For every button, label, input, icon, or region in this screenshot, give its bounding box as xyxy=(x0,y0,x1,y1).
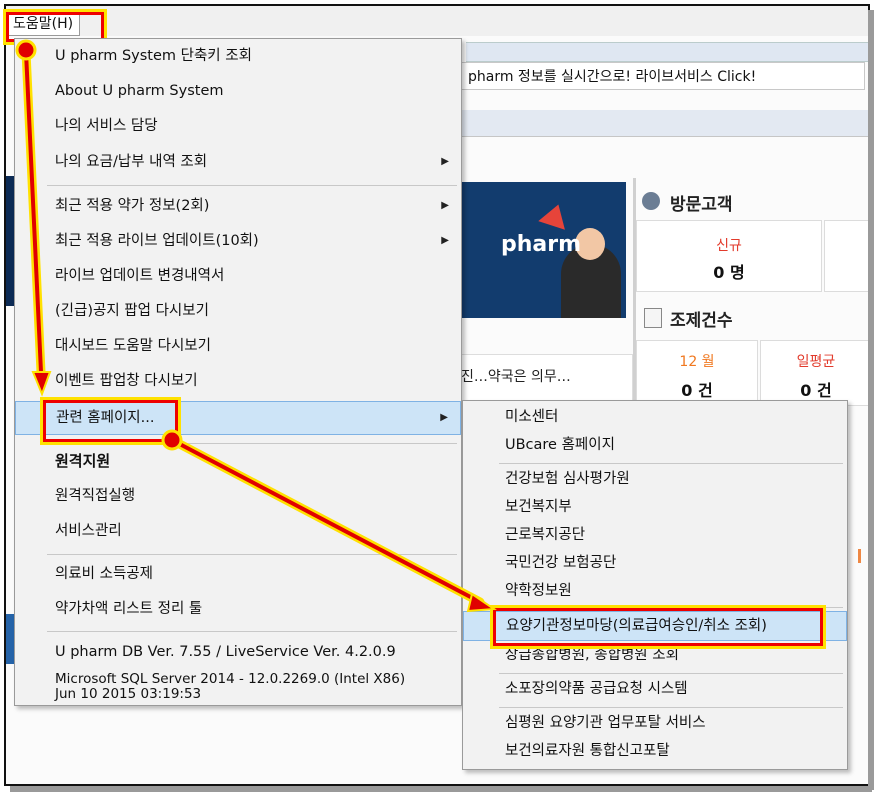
sql-server-info: Microsoft SQL Server 2014 - 12.0.2269.0 … xyxy=(55,671,406,687)
submenu-separator xyxy=(499,707,843,708)
submenu-arrow-icon: ▶ xyxy=(441,200,449,211)
menu-item-label: 서비스관리 xyxy=(55,523,122,539)
menu-item-label: 원격직접실행 xyxy=(55,488,136,504)
submenu-item-label: 미소센터 xyxy=(505,409,559,425)
submenu-separator xyxy=(499,673,843,674)
submenu-item-label: 건강보험 심사평가원 xyxy=(505,471,630,487)
submenu-arrow-icon: ▶ xyxy=(441,156,449,167)
submenu-item-ubcare[interactable]: UBcare 홈페이지 xyxy=(463,431,847,459)
submenu-item-label: 상급종합병원, 종합병원 조회 xyxy=(505,647,679,663)
menu-item-label: 원격지원 xyxy=(55,452,111,470)
menu-item-notice-popup[interactable]: (긴급)공지 팝업 다시보기 xyxy=(15,296,461,326)
menu-item-label: U pharm System 단축키 조회 xyxy=(55,48,252,64)
menu-item-service-rep[interactable]: 나의 서비스 담당 xyxy=(15,111,461,141)
menu-item-label: 나의 서비스 담당 xyxy=(55,118,158,134)
submenu-item-label: 심평원 요양기관 업무포탈 서비스 xyxy=(505,715,706,731)
visitors-new-value: 0 명 xyxy=(713,263,745,282)
sql-server-date: Jun 10 2015 03:19:53 xyxy=(55,686,202,702)
visitors-title: 방문고객 xyxy=(670,195,733,215)
menu-item-billing[interactable]: 나의 요금/납부 내역 조회 ▶ xyxy=(15,147,461,177)
menu-item-label: About U pharm System xyxy=(55,83,224,99)
menu-item-label: 나의 요금/납부 내역 조회 xyxy=(55,154,208,170)
menu-item-shortcuts[interactable]: U pharm System 단축키 조회 xyxy=(15,41,461,71)
toolbar-strip xyxy=(466,42,868,62)
visitors-other-card xyxy=(824,220,868,292)
submenu-item-label: UBcare 홈페이지 xyxy=(505,437,615,453)
prescriptions-daily-value: 0 건 xyxy=(800,381,832,400)
submenu-item-resource-portal[interactable]: 보건의료자원 통합신고포탈 xyxy=(463,737,847,765)
menu-item-label: 대시보드 도움말 다시보기 xyxy=(55,338,211,354)
menu-separator xyxy=(47,631,457,632)
news-text[interactable]: 진…약국은 의무… xyxy=(461,366,571,386)
live-service-ticker-text: pharm 정보를 실시간으로! 라이브서비스 Click! xyxy=(468,69,757,85)
submenu-item-label: 근로복지공단 xyxy=(505,527,586,543)
menu-item-drug-price[interactable]: 최근 적용 약가 정보(2회) ▶ xyxy=(15,191,461,221)
submenu-arrow-icon: ▶ xyxy=(440,412,448,423)
star-logo-icon xyxy=(538,200,572,230)
prescriptions-month-card: 12 월 0 건 xyxy=(636,340,758,406)
visitors-new-card: 신규 0 명 xyxy=(636,220,822,292)
version-text: U pharm DB Ver. 7.55 / LiveService Ver. … xyxy=(55,644,396,660)
menu-item-live-update[interactable]: 최근 적용 라이브 업데이트(10회) ▶ xyxy=(15,226,461,256)
menu-separator xyxy=(47,185,457,186)
menu-item-medical-deduction[interactable]: 의료비 소득공제 xyxy=(15,559,461,589)
menu-item-label: 최근 적용 라이브 업데이트(10회) xyxy=(55,233,259,249)
related-sites-highlight xyxy=(43,400,178,442)
submenu-item-hira[interactable]: 건강보험 심사평가원 xyxy=(463,465,847,493)
frame-shadow-bottom xyxy=(10,786,872,792)
menu-item-about[interactable]: About U pharm System xyxy=(15,76,461,106)
menu-item-label: 라이브 업데이트 변경내역서 xyxy=(55,268,225,284)
submenu-item-label: 보건의료자원 통합신고포탈 xyxy=(505,743,670,759)
live-service-ticker[interactable]: pharm 정보를 실시간으로! 라이브서비스 Click! xyxy=(461,62,865,90)
help-dropdown-menu: U pharm System 단축키 조회 About U pharm Syst… xyxy=(14,38,462,706)
prescriptions-daily-card: 일평균 0 건 xyxy=(760,340,868,406)
menu-item-dashboard-help[interactable]: 대시보드 도움말 다시보기 xyxy=(15,331,461,361)
tab-strip xyxy=(461,110,868,137)
menu-item-label: 이벤트 팝업창 다시보기 xyxy=(55,373,198,389)
submenu-item-small-pack-request[interactable]: 소포장의약품 공급요청 시스템 xyxy=(463,675,847,703)
banner-logo-text: pharm xyxy=(501,232,582,257)
menu-item-label: (긴급)공지 팝업 다시보기 xyxy=(55,303,209,319)
visitors-new-label: 신규 xyxy=(716,238,742,254)
menu-item-event-popup[interactable]: 이벤트 팝업창 다시보기 xyxy=(15,366,461,396)
version-info: U pharm DB Ver. 7.55 / LiveService Ver. … xyxy=(15,637,461,667)
menu-item-update-changelog[interactable]: 라이브 업데이트 변경내역서 xyxy=(15,261,461,291)
submenu-item-hira-portal[interactable]: 심평원 요양기관 업무포탈 서비스 xyxy=(463,709,847,737)
promo-banner[interactable]: pharm xyxy=(461,182,626,318)
submenu-arrow-icon: ▶ xyxy=(441,235,449,246)
submenu-item-kpis[interactable]: 약학정보원 xyxy=(463,577,847,605)
user-icon xyxy=(642,192,660,210)
submenu-item-mohw[interactable]: 보건복지부 xyxy=(463,493,847,521)
frame-shadow-right xyxy=(868,10,874,790)
menu-item-price-diff-tool[interactable]: 약가차액 리스트 정리 툴 xyxy=(15,594,461,624)
prescriptions-daily-label: 일평균 xyxy=(796,354,836,370)
submenu-item-comwel[interactable]: 근로복지공단 xyxy=(463,521,847,549)
submenu-item-label: 보건복지부 xyxy=(505,499,572,515)
care-info-portal-highlight xyxy=(493,608,823,646)
menu-separator xyxy=(47,443,457,444)
prescriptions-title: 조제건수 xyxy=(670,311,733,331)
submenu-separator xyxy=(499,463,843,464)
submenu-item-label: 국민건강 보험공단 xyxy=(505,555,617,571)
related-sites-submenu: 미소센터 UBcare 홈페이지 건강보험 심사평가원 보건복지부 근로복지공단… xyxy=(462,400,848,770)
submenu-item-nhis[interactable]: 국민건강 보험공단 xyxy=(463,549,847,577)
submenu-item-label: 소포장의약품 공급요청 시스템 xyxy=(505,681,688,697)
document-icon xyxy=(644,308,662,328)
menu-item-remote-run[interactable]: 원격직접실행 xyxy=(15,481,461,511)
menu-item-label: 약가차액 리스트 정리 툴 xyxy=(55,601,203,617)
menu-item-remote-support[interactable]: 원격지원 xyxy=(15,446,461,476)
prescriptions-month-label: 12 월 xyxy=(679,354,715,370)
menu-item-label: 최근 적용 약가 정보(2회) xyxy=(55,198,210,214)
menu-separator xyxy=(47,554,457,555)
submenu-item-label: 약학정보원 xyxy=(505,583,572,599)
menu-bar xyxy=(6,6,868,36)
submenu-item-miso-center[interactable]: 미소센터 xyxy=(463,403,847,431)
menu-item-service-management[interactable]: 서비스관리 xyxy=(15,516,461,546)
menu-item-label: 의료비 소득공제 xyxy=(55,566,153,582)
prescriptions-month-value: 0 건 xyxy=(681,381,713,400)
